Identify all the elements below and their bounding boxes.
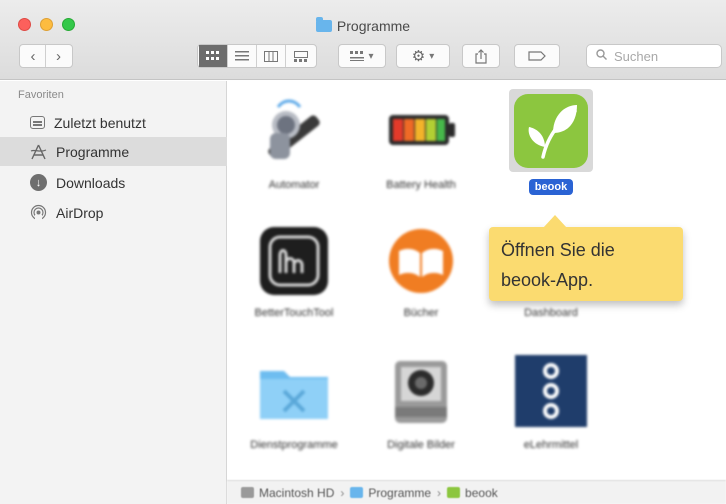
gear-icon: ⚙ xyxy=(411,48,426,65)
sidebar-item-airdrop[interactable]: AirDrop xyxy=(0,198,227,227)
list-view-button[interactable] xyxy=(228,45,257,67)
beook-icon xyxy=(513,93,589,169)
app-item-books[interactable]: Bücher xyxy=(361,223,481,319)
books-icon xyxy=(383,223,459,299)
sidebar-heading: Favoriten xyxy=(18,89,64,101)
recents-icon xyxy=(30,116,45,129)
sidebar-item-label: Downloads xyxy=(56,174,126,191)
share-button[interactable] xyxy=(462,44,500,68)
path-separator: › xyxy=(340,485,345,500)
battery-icon xyxy=(383,93,459,169)
sidebar-item-label: AirDrop xyxy=(56,204,104,221)
path-item-beook[interactable]: beook xyxy=(465,486,498,500)
tooltip-line-2: beook-App. xyxy=(501,270,594,290)
view-mode-control xyxy=(197,44,317,68)
applications-icon xyxy=(30,143,47,160)
app-label: Battery Health xyxy=(386,179,456,191)
tooltip-line-1: Öffnen Sie die xyxy=(501,240,615,260)
app-label: eLehrmittel xyxy=(523,439,579,451)
back-button[interactable]: ‹ xyxy=(21,45,46,67)
list-view-icon xyxy=(235,51,249,61)
search-icon xyxy=(596,49,607,63)
gallery-view-icon xyxy=(293,50,308,62)
bettertouchtool-icon xyxy=(256,223,332,299)
app-label: Dashboard xyxy=(524,307,578,319)
column-view-icon xyxy=(264,50,278,62)
app-item-beook[interactable]: beook xyxy=(491,93,611,195)
airdrop-icon xyxy=(30,204,47,221)
search-input[interactable] xyxy=(614,48,714,64)
app-item-image-capture[interactable]: Digitale Bilder xyxy=(361,353,481,451)
image-capture-icon xyxy=(383,353,459,429)
app-label: Digitale Bilder xyxy=(387,439,455,451)
beook-icon xyxy=(447,487,461,498)
app-label: Bücher xyxy=(403,307,439,319)
app-label-selected: beook xyxy=(491,179,611,195)
app-label: Dienstprogramme xyxy=(250,439,338,451)
group-button[interactable]: ▾ xyxy=(338,44,386,68)
app-label: Automator xyxy=(268,179,320,191)
folder-icon xyxy=(315,17,332,32)
path-bar: Macintosh HD › Programme › beook xyxy=(227,480,726,504)
app-item-battery-health[interactable]: Battery Health xyxy=(361,93,481,191)
hard-drive-icon xyxy=(241,487,254,498)
sidebar-item-applications[interactable]: Programme xyxy=(0,137,227,166)
tags-button[interactable] xyxy=(514,44,560,68)
sidebar-item-label: Zuletzt benutzt xyxy=(54,114,146,131)
window-title: Programme xyxy=(0,17,726,34)
automator-icon xyxy=(256,93,332,169)
forward-button[interactable]: › xyxy=(46,45,71,67)
elehrmittel-icon xyxy=(513,353,589,429)
path-item-applications[interactable]: Programme xyxy=(368,486,431,500)
chevron-down-icon: ▾ xyxy=(429,50,435,62)
search-field[interactable] xyxy=(586,44,722,68)
column-view-button[interactable] xyxy=(257,45,286,67)
chevron-down-icon: ▾ xyxy=(368,50,374,62)
folder-icon xyxy=(350,487,364,498)
app-item-elehrmittel[interactable]: eLehrmittel xyxy=(491,353,611,451)
utilities-folder-icon xyxy=(256,353,332,429)
sidebar-item-recents[interactable]: Zuletzt benutzt xyxy=(0,108,227,137)
app-item-automator[interactable]: Automator xyxy=(234,93,354,191)
path-separator: › xyxy=(437,485,442,500)
group-icon xyxy=(350,51,365,61)
gallery-view-button[interactable] xyxy=(286,45,315,67)
window-title-text: Programme xyxy=(336,18,411,34)
sidebar-item-label: Programme xyxy=(56,143,130,160)
icon-view-button[interactable] xyxy=(199,45,228,67)
app-label: BetterTouchTool xyxy=(254,307,334,319)
toolbar: Programme ‹ › ▾ ⚙ ▾ xyxy=(0,0,726,80)
tag-icon xyxy=(528,51,546,61)
share-icon xyxy=(475,48,487,64)
sidebar-item-downloads[interactable]: ↓ Downloads xyxy=(0,168,227,197)
action-button[interactable]: ⚙ ▾ xyxy=(396,44,450,68)
sidebar: Favoriten Zuletzt benutzt Programme ↓ Do… xyxy=(0,81,227,504)
path-item-macintosh-hd[interactable]: Macintosh HD xyxy=(259,486,334,500)
app-item-utilities[interactable]: Dienstprogramme xyxy=(234,353,354,451)
downloads-icon: ↓ xyxy=(30,174,47,191)
instruction-tooltip: Öffnen Sie die beook-App. xyxy=(489,215,683,301)
back-forward-control: ‹ › xyxy=(19,44,73,68)
finder-window: Programme ‹ › ▾ ⚙ ▾ Suchen Favoriten Zul… xyxy=(0,0,726,504)
app-item-bettertouchtool[interactable]: BetterTouchTool xyxy=(234,223,354,319)
icon-view-icon xyxy=(206,51,219,60)
